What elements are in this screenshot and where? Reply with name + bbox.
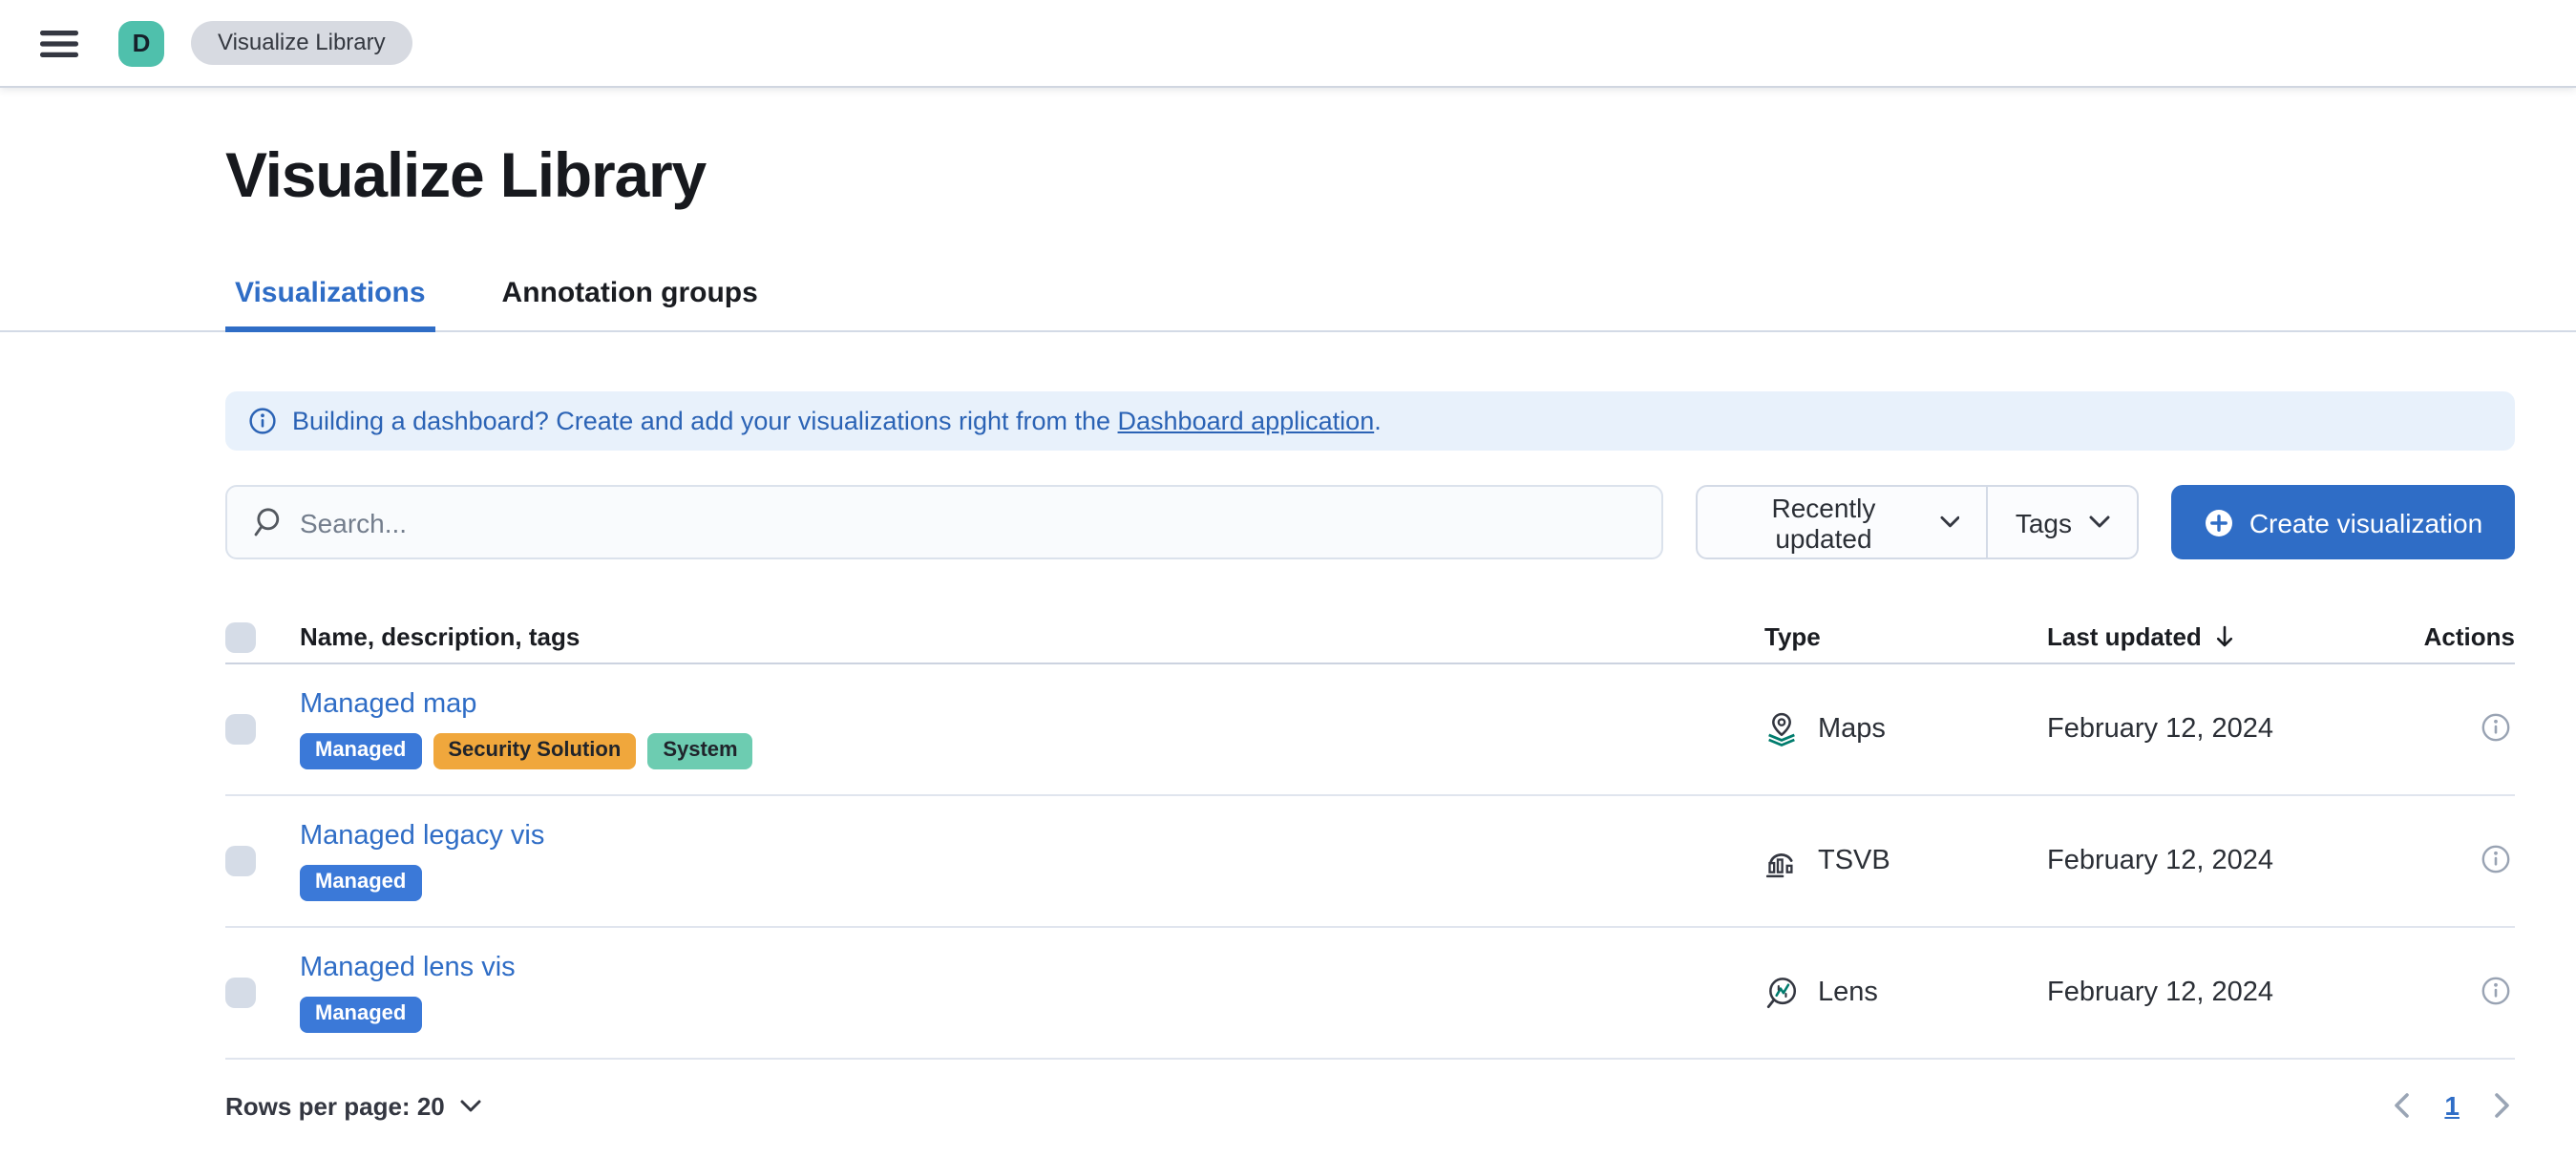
info-circle-icon <box>2481 844 2510 873</box>
visualization-link[interactable]: Managed legacy vis <box>300 821 544 852</box>
sort-descending-icon <box>2216 625 2232 647</box>
visualization-link[interactable]: Managed lens vis <box>300 953 516 983</box>
tag-list: Managed <box>300 865 1764 901</box>
breadcrumb[interactable]: Visualize Library <box>191 21 412 65</box>
last-updated-value: February 12, 2024 <box>2047 846 2273 876</box>
search-placeholder: Search... <box>300 507 408 537</box>
tag-badge[interactable]: Security Solution <box>433 733 637 769</box>
tsvb-icon <box>1765 853 1793 878</box>
pagination: 1 <box>2389 1088 2515 1123</box>
table-header-row: Name, description, tags Type Last update… <box>225 611 2515 664</box>
chevron-left-icon <box>2395 1093 2410 1118</box>
chevron-right-icon <box>2495 1093 2509 1118</box>
sort-dropdown[interactable]: Recently updated <box>1698 487 1987 557</box>
row-checkbox[interactable] <box>225 714 256 745</box>
dashboard-hint-banner: Building a dashboard? Create and add you… <box>225 391 2515 451</box>
dashboard-application-link[interactable]: Dashboard application <box>1118 407 1375 435</box>
chevron-down-icon <box>1940 515 1960 528</box>
visualize-library-page: D Visualize Library Visualize Library Vi… <box>0 0 2576 1157</box>
top-navigation-bar: D Visualize Library <box>0 0 2576 88</box>
row-info-button[interactable] <box>2477 839 2515 877</box>
row-checkbox[interactable] <box>225 846 256 876</box>
create-visualization-label: Create visualization <box>2249 507 2483 537</box>
tags-filter-dropdown[interactable]: Tags <box>1986 487 2137 557</box>
tab-visualizations[interactable]: Visualizations <box>225 277 435 332</box>
search-icon <box>254 508 280 536</box>
table-row: Managed lens vis Managed Lens February 1… <box>225 928 2515 1060</box>
select-all-checkbox[interactable] <box>225 621 256 652</box>
page-number-1[interactable]: 1 <box>2444 1090 2460 1121</box>
rows-per-page-dropdown[interactable]: Rows per page: 20 <box>225 1091 481 1120</box>
tab-bar: Visualizations Annotation groups <box>0 277 2576 332</box>
last-updated-value: February 12, 2024 <box>2047 978 2273 1008</box>
last-updated-value: February 12, 2024 <box>2047 714 2273 745</box>
tags-dropdown-label: Tags <box>2015 507 2072 537</box>
type-label: Lens <box>1818 978 1878 1008</box>
menu-hamburger-button[interactable] <box>27 11 92 75</box>
info-circle-icon <box>2481 976 2510 1004</box>
filter-group: Recently updated Tags <box>1696 485 2139 559</box>
column-header-type: Type <box>1764 622 1821 651</box>
tag-badge[interactable]: Managed <box>300 997 422 1033</box>
chevron-down-icon <box>2089 515 2110 528</box>
hamburger-icon <box>40 30 78 56</box>
tag-badge[interactable]: Managed <box>300 865 422 901</box>
plus-in-circle-icon <box>2205 509 2232 536</box>
listing-controls: Search... Recently updated Tags Create v… <box>225 485 2515 559</box>
tag-badge[interactable]: System <box>647 733 753 769</box>
table-footer: Rows per page: 20 1 <box>225 1088 2515 1142</box>
tag-badge[interactable]: Managed <box>300 733 422 769</box>
info-circle-icon <box>2481 712 2510 741</box>
info-icon <box>249 408 276 434</box>
type-label: TSVB <box>1818 846 1890 876</box>
column-header-name: Name, description, tags <box>300 622 581 651</box>
create-visualization-button[interactable]: Create visualization <box>2171 485 2515 559</box>
previous-page-button[interactable] <box>2389 1088 2414 1123</box>
type-label: Maps <box>1818 714 1886 745</box>
space-avatar[interactable]: D <box>118 20 164 66</box>
next-page-button[interactable] <box>2490 1088 2515 1123</box>
tag-list: Managed Security Solution System <box>300 733 1764 769</box>
column-header-actions: Actions <box>2423 622 2515 651</box>
visualization-link[interactable]: Managed map <box>300 689 476 720</box>
row-info-button[interactable] <box>2477 971 2515 1009</box>
column-header-last-updated[interactable]: Last updated <box>2047 622 2236 651</box>
banner-text: Building a dashboard? Create and add you… <box>292 407 1382 435</box>
lens-icon <box>1766 978 1797 1008</box>
tab-annotation-groups[interactable]: Annotation groups <box>493 277 768 330</box>
table-row: Managed map Managed Security Solution Sy… <box>225 664 2515 796</box>
row-info-button[interactable] <box>2477 707 2515 746</box>
sort-dropdown-label: Recently updated <box>1771 492 1876 553</box>
maps-icon <box>1768 712 1795 747</box>
visualizations-table: Name, description, tags Type Last update… <box>225 611 2515 1060</box>
rows-per-page-label: Rows per page: 20 <box>225 1091 445 1120</box>
search-input[interactable]: Search... <box>225 485 1663 559</box>
table-row: Managed legacy vis Managed TSVB February… <box>225 796 2515 928</box>
page-title: Visualize Library <box>225 139 707 210</box>
row-checkbox[interactable] <box>225 978 256 1008</box>
tag-list: Managed <box>300 997 1764 1033</box>
main-content: Visualize Library Visualizations Annotat… <box>0 88 2576 1142</box>
chevron-down-icon <box>460 1099 481 1111</box>
